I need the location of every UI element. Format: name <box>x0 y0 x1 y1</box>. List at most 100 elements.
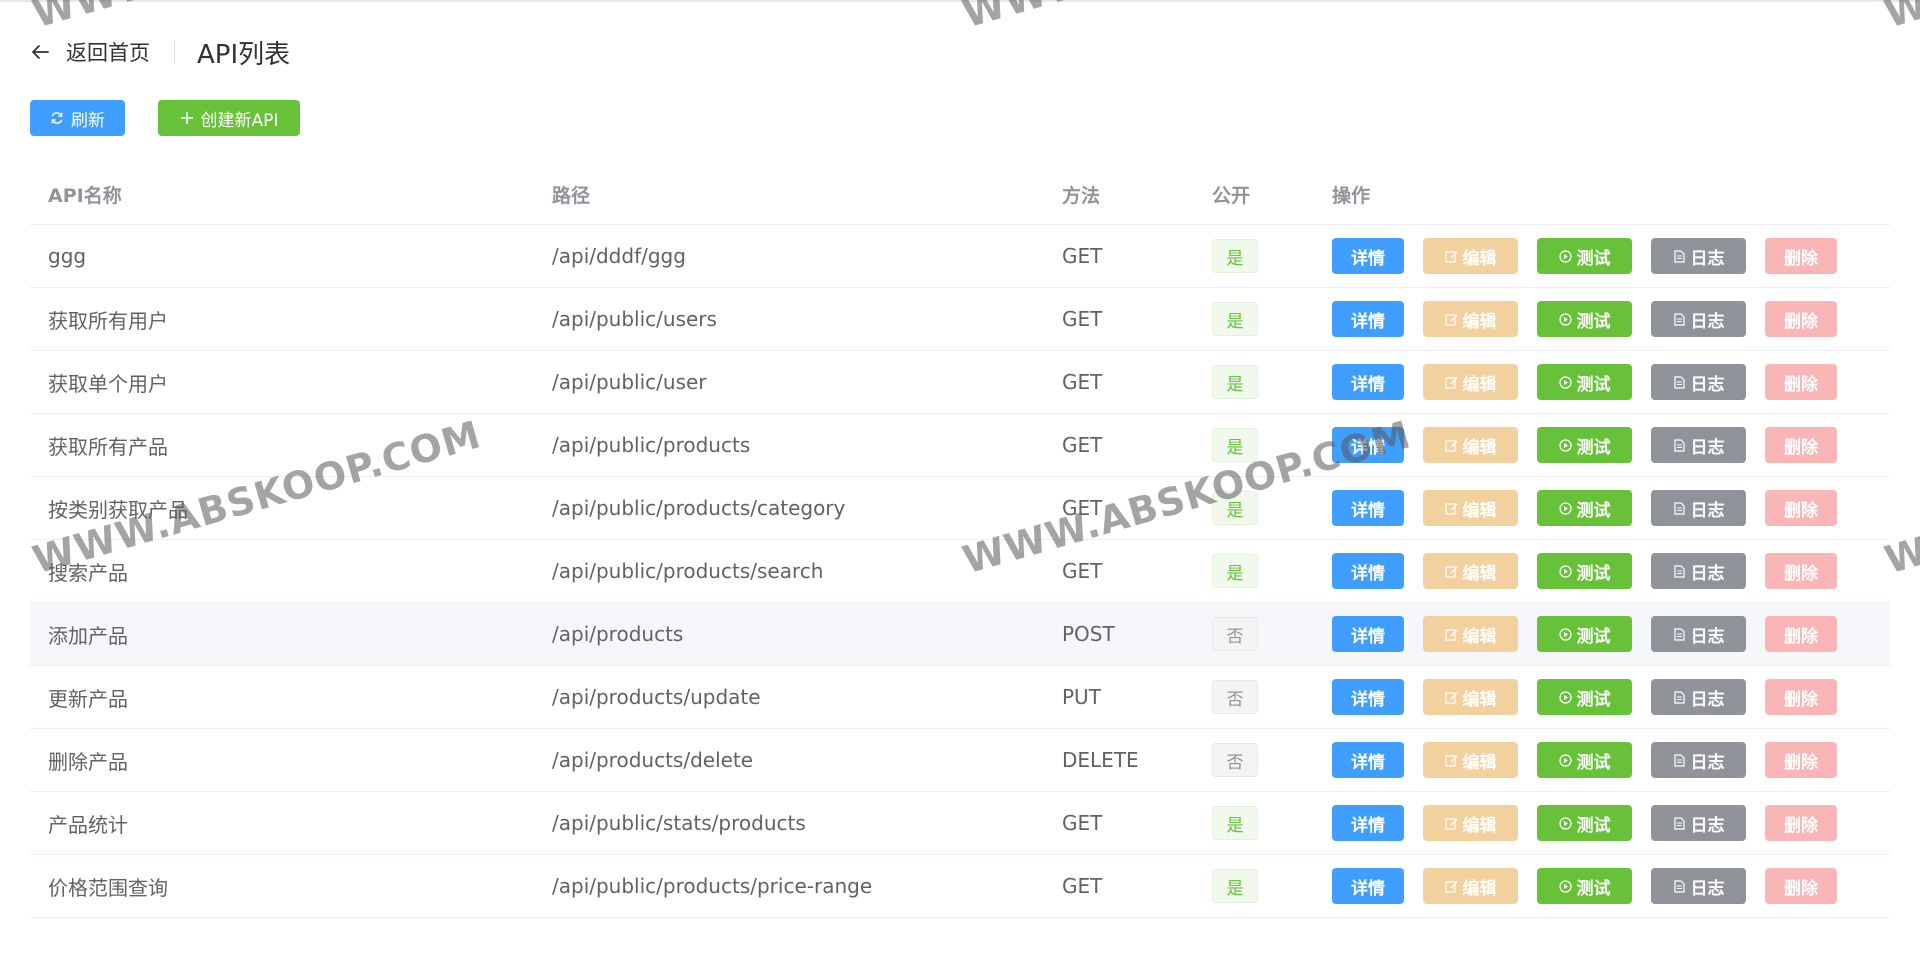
column-header-public: 公开 <box>1212 184 1251 207</box>
test-button[interactable]: 测试 <box>1537 805 1632 841</box>
detail-button[interactable]: 详情 <box>1332 364 1404 400</box>
edit-button[interactable]: 编辑 <box>1423 490 1518 526</box>
edit-button[interactable]: 编辑 <box>1423 616 1518 652</box>
delete-button[interactable]: 删除 <box>1765 742 1837 778</box>
delete-button[interactable]: 删除 <box>1765 868 1837 904</box>
delete-label: 删除 <box>1784 815 1818 836</box>
detail-button[interactable]: 详情 <box>1332 742 1404 778</box>
delete-button[interactable]: 删除 <box>1765 553 1837 589</box>
test-button[interactable]: 测试 <box>1537 616 1632 652</box>
public-tag: 是 <box>1212 491 1258 525</box>
test-button[interactable]: 测试 <box>1537 364 1632 400</box>
log-button[interactable]: 日志 <box>1651 427 1746 463</box>
test-button[interactable]: 测试 <box>1537 427 1632 463</box>
api-method: GET <box>1062 244 1103 268</box>
log-button[interactable]: 日志 <box>1651 805 1746 841</box>
edit-button[interactable]: 编辑 <box>1423 301 1518 337</box>
public-tag: 是 <box>1212 239 1258 273</box>
delete-button[interactable]: 删除 <box>1765 364 1837 400</box>
log-button[interactable]: 日志 <box>1651 364 1746 400</box>
create-api-button[interactable]: 创建新API <box>158 100 300 136</box>
delete-button[interactable]: 删除 <box>1765 490 1837 526</box>
log-label: 日志 <box>1690 374 1725 395</box>
api-path: /api/products/update <box>552 685 761 709</box>
edit-button[interactable]: 编辑 <box>1423 742 1518 778</box>
edit-button[interactable]: 编辑 <box>1423 805 1518 841</box>
test-button[interactable]: 测试 <box>1537 490 1632 526</box>
back-home-link[interactable]: 返回首页 <box>30 37 150 67</box>
document-icon <box>1673 627 1685 641</box>
actions-cell: 详情 编辑 测试 日志 删除 <box>1332 742 1890 778</box>
log-button[interactable]: 日志 <box>1651 553 1746 589</box>
log-label: 日志 <box>1690 248 1725 269</box>
delete-button[interactable]: 删除 <box>1765 238 1837 274</box>
detail-button[interactable]: 详情 <box>1332 490 1404 526</box>
log-button[interactable]: 日志 <box>1651 616 1746 652</box>
column-header-method: 方法 <box>1062 184 1101 207</box>
table-row: 获取所有用户/api/public/users GET 是 详情 编辑 测试 日志 删除 <box>30 288 1890 351</box>
edit-button[interactable]: 编辑 <box>1423 427 1518 463</box>
refresh-icon <box>51 112 63 124</box>
edit-icon <box>1444 691 1457 704</box>
document-icon <box>1673 753 1685 767</box>
detail-button[interactable]: 详情 <box>1332 805 1404 841</box>
log-button[interactable]: 日志 <box>1651 679 1746 715</box>
api-method: POST <box>1062 622 1115 646</box>
delete-label: 删除 <box>1784 878 1818 899</box>
table-header: API名称 路径 方法 公开 操作 <box>30 164 1890 225</box>
detail-button[interactable]: 详情 <box>1332 679 1404 715</box>
delete-button[interactable]: 删除 <box>1765 427 1837 463</box>
log-label: 日志 <box>1690 437 1725 458</box>
table-row: 获取单个用户/api/public/user GET 是 详情 编辑 测试 日志 删除 <box>30 351 1890 414</box>
edit-icon <box>1444 502 1457 515</box>
actions-cell: 详情 编辑 测试 日志 删除 <box>1332 616 1890 652</box>
api-method: PUT <box>1062 685 1101 709</box>
edit-icon <box>1444 754 1457 767</box>
test-button[interactable]: 测试 <box>1537 301 1632 337</box>
edit-icon <box>1444 376 1457 389</box>
detail-button[interactable]: 详情 <box>1332 868 1404 904</box>
edit-button[interactable]: 编辑 <box>1423 553 1518 589</box>
refresh-button[interactable]: 刷新 <box>30 100 125 136</box>
api-method: GET <box>1062 370 1103 394</box>
detail-button[interactable]: 详情 <box>1332 553 1404 589</box>
edit-button[interactable]: 编辑 <box>1423 679 1518 715</box>
detail-button[interactable]: 详情 <box>1332 238 1404 274</box>
detail-button[interactable]: 详情 <box>1332 616 1404 652</box>
test-button[interactable]: 测试 <box>1537 679 1632 715</box>
document-icon <box>1673 564 1685 578</box>
detail-button[interactable]: 详情 <box>1332 427 1404 463</box>
delete-button[interactable]: 删除 <box>1765 805 1837 841</box>
public-cell: 否 <box>1212 743 1332 777</box>
toolbar: 刷新 创建新API <box>30 100 300 136</box>
test-button[interactable]: 测试 <box>1537 553 1632 589</box>
delete-button[interactable]: 删除 <box>1765 679 1837 715</box>
detail-label: 详情 <box>1351 374 1385 395</box>
delete-button[interactable]: 删除 <box>1765 301 1837 337</box>
log-button[interactable]: 日志 <box>1651 868 1746 904</box>
edit-button[interactable]: 编辑 <box>1423 364 1518 400</box>
log-button[interactable]: 日志 <box>1651 238 1746 274</box>
test-button[interactable]: 测试 <box>1537 238 1632 274</box>
public-cell: 是 <box>1212 365 1332 399</box>
api-name: 获取所有产品 <box>48 434 168 459</box>
edit-button[interactable]: 编辑 <box>1423 238 1518 274</box>
delete-label: 删除 <box>1784 626 1818 647</box>
edit-button[interactable]: 编辑 <box>1423 868 1518 904</box>
log-button[interactable]: 日志 <box>1651 301 1746 337</box>
test-button[interactable]: 测试 <box>1537 742 1632 778</box>
log-button[interactable]: 日志 <box>1651 490 1746 526</box>
test-button[interactable]: 测试 <box>1537 868 1632 904</box>
table-row: 获取所有产品/api/public/products GET 是 详情 编辑 测试 日志 删除 <box>30 414 1890 477</box>
delete-label: 删除 <box>1784 437 1818 458</box>
detail-button[interactable]: 详情 <box>1332 301 1404 337</box>
public-tag: 否 <box>1212 743 1258 777</box>
actions-cell: 详情 编辑 测试 日志 删除 <box>1332 553 1890 589</box>
api-path: /api/public/users <box>552 307 717 331</box>
document-icon <box>1673 249 1685 263</box>
api-name: 搜索产品 <box>48 560 128 585</box>
delete-label: 删除 <box>1784 500 1818 521</box>
delete-button[interactable]: 删除 <box>1765 616 1837 652</box>
log-button[interactable]: 日志 <box>1651 742 1746 778</box>
actions-cell: 详情 编辑 测试 日志 删除 <box>1332 301 1890 337</box>
